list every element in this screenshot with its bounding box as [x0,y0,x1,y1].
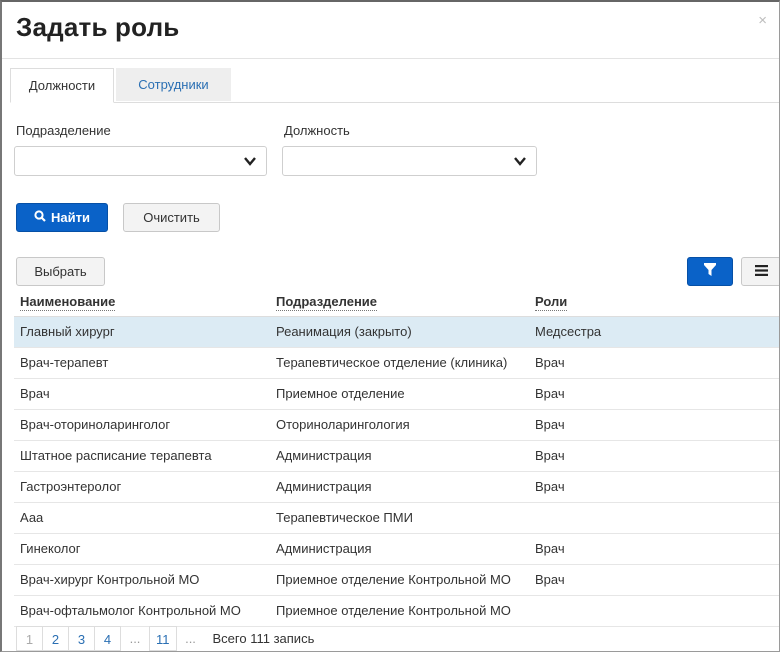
cell-roles: Врач [535,355,565,370]
cell-name: Врач-офтальмолог Контрольной МО [20,603,241,618]
cell-department: Администрация [276,541,372,556]
cell-department: Реанимация (закрыто) [276,324,412,339]
page-button[interactable]: 1 [16,626,43,651]
cell-roles: Врач [535,448,565,463]
columns-menu-button[interactable] [741,257,779,286]
search-icon [34,210,46,225]
tab-employees[interactable]: Сотрудники [116,68,231,101]
cell-roles: Врач [535,479,565,494]
column-header-department[interactable]: Подразделение [276,294,378,311]
page-button[interactable]: 3 [68,626,95,651]
cell-name: Врач-хирург Контрольной МО [20,572,200,587]
page-ellipsis: ... [185,631,196,646]
cell-department: Терапевтическое ПМИ [276,510,413,525]
find-button[interactable]: Найти [16,203,108,232]
column-header-roles[interactable]: Роли [535,294,568,311]
clear-button[interactable]: Очистить [123,203,220,232]
table-row[interactable]: Врач-оториноларинголог Оториноларингологи… [14,410,779,441]
cell-roles: Врач [535,417,565,432]
table-row[interactable]: Врач-хирург Контрольной МО Приемное отдел… [14,565,779,596]
table-row[interactable]: Гастроэнтеролог Администрация Врач [14,472,779,503]
filter-button[interactable] [687,257,733,286]
cell-name: Врач-терапевт [20,355,109,370]
table-row[interactable]: Гинеколог Администрация Врач [14,534,779,565]
cell-department: Приемное отделение Контрольной МО [276,603,511,618]
find-button-label: Найти [51,210,90,225]
column-header-name[interactable]: Наименование [20,294,116,311]
chevron-down-icon [244,154,256,169]
table-row[interactable]: Врач Приемное отделение Врач [14,379,779,410]
table-header: Наименование Подразделение Роли [14,288,779,317]
cell-name: Штатное расписание терапевта [20,448,212,463]
cell-name: Гинеколог [20,541,81,556]
cell-department: Оториноларингология [276,417,410,432]
position-label: Должность [284,123,350,138]
dialog-title: Задать роль [16,12,180,42]
table-row[interactable]: Врач-терапевт Терапевтическое отделение (… [14,348,779,379]
chevron-down-icon [514,154,526,169]
filter-icon [704,262,716,281]
department-select[interactable] [14,146,267,176]
cell-roles: Медсестра [535,324,602,339]
cell-department: Приемное отделение Контрольной МО [276,572,511,587]
tab-bar: Должности Сотрудники [10,68,231,103]
page-button[interactable]: 2 [42,626,69,651]
cell-department: Терапевтическое отделение (клиника) [276,355,508,370]
page-ellipsis: ... [129,631,141,646]
tabs-divider [10,102,779,103]
title-divider [2,58,779,59]
cell-name: Главный хирург [20,324,115,339]
close-icon[interactable]: × [758,12,767,29]
cell-name: Ааа [20,510,44,525]
position-select[interactable] [282,146,537,176]
cell-name: Врач-оториноларинголог [20,417,171,432]
positions-table: Наименование Подразделение Роли Главный … [14,288,779,627]
page-button[interactable]: 4 [94,626,121,651]
cell-roles: Врач [535,541,565,556]
total-count: Всего 111 запись [212,631,315,646]
cell-name: Гастроэнтеролог [20,479,122,494]
cell-roles: Врач [535,386,565,401]
set-role-dialog: Задать роль × Должности Сотрудники Подра… [0,0,780,652]
table-row[interactable]: Врач-офтальмолог Контрольной МО Приемное … [14,596,779,627]
cell-department: Приемное отделение [276,386,405,401]
cell-roles: Врач [535,572,565,587]
select-button[interactable]: Выбрать [16,257,105,286]
list-icon [754,263,768,281]
pagination: 1 2 3 4 ... 11 ... Всего 111 запись [16,625,315,651]
department-label: Подразделение [16,123,111,138]
cell-department: Администрация [276,479,372,494]
cell-name: Врач [20,386,50,401]
cell-department: Администрация [276,448,372,463]
table-row[interactable]: Главный хирург Реанимация (закрыто) Медсес… [14,317,779,348]
table-row[interactable]: Штатное расписание терапевта Администраци… [14,441,779,472]
page-button-last[interactable]: 11 [149,626,177,651]
table-body: Главный хирург Реанимация (закрыто) Медсес… [14,317,779,627]
tab-positions[interactable]: Должности [10,68,114,103]
table-row[interactable]: Ааа Терапевтическое ПМИ [14,503,779,534]
